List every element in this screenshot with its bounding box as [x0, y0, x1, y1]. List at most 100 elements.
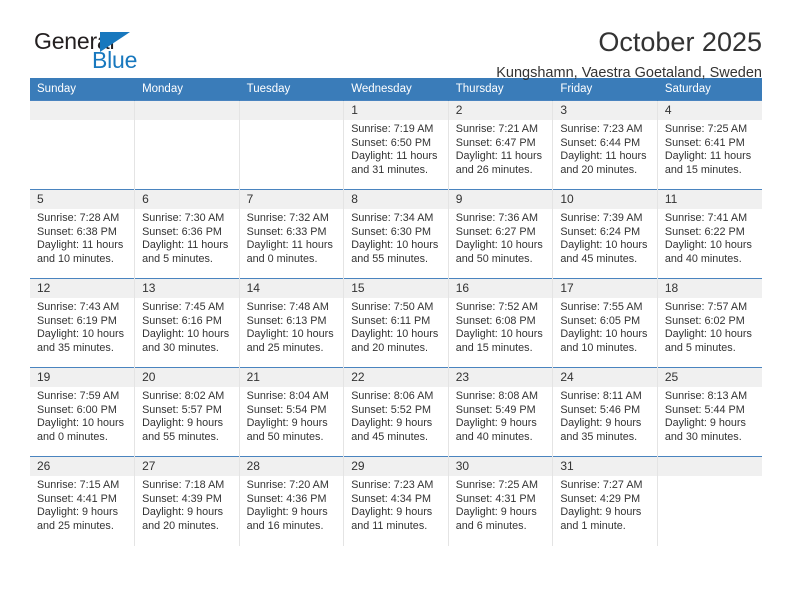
- calendar-cell-empty: [239, 100, 345, 190]
- sunrise-time: Sunrise: 7:43 AM: [37, 301, 120, 313]
- title-block: October 2025 Kungshamn, Vaestra Goetalan…: [496, 26, 762, 83]
- sunset-time: Sunset: 6:11 PM: [351, 314, 431, 327]
- calendar-day-cell[interactable]: 12 Sunrise: 7:43 AM Sunset: 6:19 PM Dayligh…: [30, 278, 136, 368]
- sunrise-time: Sunrise: 7:15 AM: [37, 479, 120, 491]
- day-number: 25: [657, 368, 762, 387]
- day-number: 11: [657, 190, 762, 209]
- day-details: Sunrise: 7:57 AM Sunset: 6:02 PM Daylight:…: [658, 298, 762, 355]
- calendar-day-cell[interactable]: 28 Sunrise: 7:20 AM Sunset: 4:36 PM Dayligh…: [239, 456, 345, 546]
- calendar-day-cell[interactable]: 20 Sunrise: 8:02 AM Sunset: 5:57 PM Dayligh…: [134, 367, 240, 457]
- sunrise-time: Sunrise: 7:21 AM: [455, 123, 538, 135]
- daylight-duration-line1: Daylight: 10 hours: [455, 239, 543, 252]
- calendar-day-cell[interactable]: 15 Sunrise: 7:50 AM Sunset: 6:11 PM Dayligh…: [343, 278, 449, 368]
- day-number: 13: [135, 279, 239, 298]
- daylight-duration-line1: Daylight: 9 hours: [664, 417, 746, 430]
- calendar-day-cell[interactable]: 11 Sunrise: 7:41 AM Sunset: 6:22 PM Dayligh…: [657, 189, 762, 279]
- daylight-duration-line2: and 45 minutes.: [351, 430, 429, 443]
- sunrise-time: Sunrise: 7:23 AM: [560, 123, 643, 135]
- sunrise-time: Sunrise: 8:08 AM: [455, 390, 538, 402]
- calendar-day-cell[interactable]: 25 Sunrise: 8:13 AM Sunset: 5:44 PM Dayligh…: [657, 367, 762, 457]
- daylight-duration-line1: Daylight: 11 hours: [246, 239, 333, 252]
- daylight-duration-line1: Daylight: 10 hours: [664, 328, 752, 341]
- sunrise-time: Sunrise: 7:19 AM: [351, 123, 434, 135]
- calendar-day-cell[interactable]: 10 Sunrise: 7:39 AM Sunset: 6:24 PM Dayligh…: [552, 189, 658, 279]
- calendar-day-cell[interactable]: 27 Sunrise: 7:18 AM Sunset: 4:39 PM Dayligh…: [134, 456, 240, 546]
- day-details: Sunrise: 7:43 AM Sunset: 6:19 PM Daylight:…: [30, 298, 134, 355]
- calendar-body: 1 Sunrise: 7:19 AM Sunset: 6:50 PM Daylight…: [30, 100, 762, 546]
- day-details: Sunrise: 7:21 AM Sunset: 6:47 PM Daylight:…: [449, 120, 553, 177]
- calendar-day-cell[interactable]: 29 Sunrise: 7:23 AM Sunset: 4:34 PM Dayligh…: [343, 456, 449, 546]
- calendar-week-row: 1 Sunrise: 7:19 AM Sunset: 6:50 PM Daylight…: [30, 100, 762, 190]
- calendar-cell-empty: [657, 456, 762, 546]
- daylight-duration-line1: Daylight: 9 hours: [142, 417, 224, 430]
- weekday-header-tuesday: Tuesday: [239, 78, 345, 101]
- daylight-duration-line1: Daylight: 10 hours: [37, 328, 125, 341]
- daylight-duration-line2: and 15 minutes.: [664, 163, 742, 176]
- day-number: 28: [239, 457, 344, 476]
- sunset-time: Sunset: 6:02 PM: [664, 314, 745, 327]
- calendar-day-cell[interactable]: 2 Sunrise: 7:21 AM Sunset: 6:47 PM Daylight…: [448, 100, 554, 190]
- calendar-day-cell[interactable]: 9 Sunrise: 7:36 AM Sunset: 6:27 PM Daylight…: [448, 189, 554, 279]
- calendar-day-cell[interactable]: 19 Sunrise: 7:59 AM Sunset: 6:00 PM Dayligh…: [30, 367, 136, 457]
- calendar-day-cell[interactable]: 13 Sunrise: 7:45 AM Sunset: 6:16 PM Dayligh…: [134, 278, 240, 368]
- sunset-time: Sunset: 4:36 PM: [246, 492, 327, 505]
- sunset-time: Sunset: 6:44 PM: [560, 136, 641, 149]
- calendar-day-cell[interactable]: 4 Sunrise: 7:25 AM Sunset: 6:41 PM Daylight…: [657, 100, 762, 190]
- general-blue-logo[interactable]: General Blue: [30, 26, 194, 76]
- day-details: Sunrise: 7:15 AM Sunset: 4:41 PM Daylight:…: [30, 476, 134, 533]
- sunrise-time: Sunrise: 8:06 AM: [351, 390, 434, 402]
- day-number: 31: [553, 457, 657, 476]
- sunset-time: Sunset: 6:33 PM: [246, 225, 327, 238]
- daylight-duration-line2: and 55 minutes.: [351, 252, 429, 265]
- sunset-time: Sunset: 6:36 PM: [142, 225, 222, 238]
- calendar-day-cell[interactable]: 24 Sunrise: 8:11 AM Sunset: 5:46 PM Dayligh…: [552, 367, 658, 457]
- daylight-duration-line1: Daylight: 9 hours: [455, 417, 537, 430]
- daylight-duration-line1: Daylight: 10 hours: [664, 239, 752, 252]
- calendar-day-cell[interactable]: 1 Sunrise: 7:19 AM Sunset: 6:50 PM Daylight…: [343, 100, 449, 190]
- daylight-duration-line2: and 20 minutes.: [351, 341, 429, 354]
- sunrise-time: Sunrise: 7:27 AM: [560, 479, 643, 491]
- day-number: 6: [135, 190, 239, 209]
- day-number: 16: [448, 279, 553, 298]
- calendar-day-cell[interactable]: 26 Sunrise: 7:15 AM Sunset: 4:41 PM Dayligh…: [30, 456, 136, 546]
- daylight-duration-line1: Daylight: 9 hours: [560, 506, 642, 519]
- daylight-duration-line2: and 5 minutes.: [664, 341, 736, 354]
- day-details: Sunrise: 7:23 AM Sunset: 6:44 PM Daylight:…: [553, 120, 657, 177]
- sunset-time: Sunset: 6:30 PM: [351, 225, 432, 238]
- calendar-day-cell[interactable]: 18 Sunrise: 7:57 AM Sunset: 6:02 PM Dayligh…: [657, 278, 762, 368]
- sunset-time: Sunset: 4:41 PM: [37, 492, 117, 505]
- weekday-header-sunday: Sunday: [30, 78, 136, 101]
- daylight-duration-line1: Daylight: 10 hours: [560, 328, 648, 341]
- calendar-day-cell[interactable]: 7 Sunrise: 7:32 AM Sunset: 6:33 PM Daylight…: [239, 189, 345, 279]
- calendar-week-row: 12 Sunrise: 7:43 AM Sunset: 6:19 PM Dayligh…: [30, 278, 762, 368]
- day-number: 22: [344, 368, 448, 387]
- sunrise-time: Sunrise: 7:34 AM: [351, 212, 434, 224]
- calendar-day-cell[interactable]: 30 Sunrise: 7:25 AM Sunset: 4:31 PM Dayligh…: [448, 456, 554, 546]
- daylight-duration-line2: and 15 minutes.: [455, 341, 533, 354]
- sunset-time: Sunset: 6:19 PM: [37, 314, 117, 327]
- calendar-day-cell[interactable]: 31 Sunrise: 7:27 AM Sunset: 4:29 PM Dayligh…: [552, 456, 658, 546]
- daylight-duration-line1: Daylight: 9 hours: [560, 417, 642, 430]
- day-number: 5: [30, 190, 135, 209]
- sunrise-time: Sunrise: 7:23 AM: [351, 479, 434, 491]
- calendar-day-cell[interactable]: 3 Sunrise: 7:23 AM Sunset: 6:44 PM Daylight…: [552, 100, 658, 190]
- calendar-day-cell[interactable]: 21 Sunrise: 8:04 AM Sunset: 5:54 PM Dayligh…: [239, 367, 345, 457]
- sunrise-time: Sunrise: 7:28 AM: [37, 212, 120, 224]
- calendar-day-cell[interactable]: 16 Sunrise: 7:52 AM Sunset: 6:08 PM Dayligh…: [448, 278, 554, 368]
- calendar-day-cell[interactable]: 6 Sunrise: 7:30 AM Sunset: 6:36 PM Daylight…: [134, 189, 240, 279]
- daylight-duration-line1: Daylight: 10 hours: [37, 417, 125, 430]
- page-subtitle: Kungshamn, Vaestra Goetaland, Sweden: [496, 65, 762, 81]
- daylight-duration-line1: Daylight: 11 hours: [37, 239, 124, 252]
- daylight-duration-line1: Daylight: 9 hours: [351, 417, 433, 430]
- calendar-day-cell[interactable]: 14 Sunrise: 7:48 AM Sunset: 6:13 PM Dayligh…: [239, 278, 345, 368]
- calendar-day-cell[interactable]: 22 Sunrise: 8:06 AM Sunset: 5:52 PM Dayligh…: [343, 367, 449, 457]
- calendar-day-cell[interactable]: 17 Sunrise: 7:55 AM Sunset: 6:05 PM Dayligh…: [552, 278, 658, 368]
- daylight-duration-line2: and 30 minutes.: [664, 430, 742, 443]
- calendar-day-cell[interactable]: 23 Sunrise: 8:08 AM Sunset: 5:49 PM Dayligh…: [448, 367, 554, 457]
- daylight-duration-line1: Daylight: 11 hours: [560, 150, 647, 163]
- sunset-time: Sunset: 5:44 PM: [664, 403, 745, 416]
- page-title: October 2025: [598, 27, 762, 57]
- calendar-day-cell[interactable]: 8 Sunrise: 7:34 AM Sunset: 6:30 PM Daylight…: [343, 189, 449, 279]
- day-number: 20: [135, 368, 239, 387]
- calendar-day-cell[interactable]: 5 Sunrise: 7:28 AM Sunset: 6:38 PM Daylight…: [30, 189, 136, 279]
